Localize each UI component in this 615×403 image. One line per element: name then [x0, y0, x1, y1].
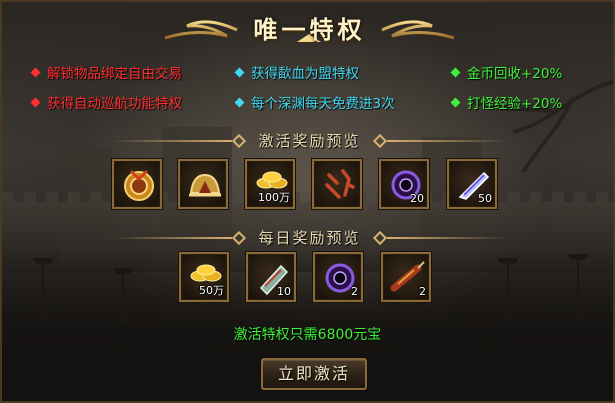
reward-slot[interactable]: 2 [313, 252, 363, 302]
reward-slot[interactable]: 50万 [179, 252, 229, 302]
item-count: 20 [410, 192, 424, 205]
perk-item: 获得歃血为盟特权 [234, 62, 359, 82]
item-count: 100万 [258, 191, 290, 204]
activation-rewards-header: 激活奖励预览 [112, 130, 507, 152]
brazier-decoration [113, 268, 133, 324]
gold-medal-icon [124, 169, 154, 201]
perk-text: 每个深渊每天免费进3次 [251, 96, 395, 112]
golden-helmet-icon [189, 173, 221, 197]
diamond-bullet-icon [450, 97, 461, 108]
item-count: 2 [419, 285, 426, 298]
title-banner: 唯一特权 [157, 6, 462, 46]
reward-slot[interactable]: 100万 [245, 159, 295, 209]
brazier-decoration [568, 254, 588, 324]
diamond-bullet-icon [234, 67, 245, 78]
sword-glyph-icon [325, 169, 355, 199]
perk-text: 打怪经验+20% [467, 96, 563, 112]
diamond-bullet-icon [450, 67, 461, 78]
perk-item: 每个深渊每天免费进3次 [234, 92, 395, 112]
divider-line [387, 237, 507, 239]
perk-text: 金币回收+20% [467, 66, 563, 82]
brazier-decoration [498, 258, 518, 324]
diamond-bullet-icon [30, 67, 41, 78]
reward-slot[interactable] [112, 159, 162, 209]
daily-rewards-header: 每日奖励预览 [112, 227, 507, 249]
activation-cost-text: 激活特权只需6800元宝 [233, 327, 382, 343]
item-count: 10 [277, 285, 291, 298]
reward-slot[interactable] [178, 159, 228, 209]
item-count: 50 [478, 192, 492, 205]
brazier-decoration [33, 258, 53, 324]
perk-item: 解锁物品绑定自由交易 [30, 62, 182, 82]
privilege-panel: 唯一特权 解锁物品绑定自由交易 获得自动巡航功能特权 获得歃血为盟特权 每个深渊… [0, 0, 615, 403]
divider-line [387, 140, 507, 142]
perk-text: 获得自动巡航功能特权 [47, 96, 182, 112]
reward-slot[interactable]: 2 [381, 252, 431, 302]
item-count: 2 [351, 285, 358, 298]
reward-slot[interactable]: 50 [447, 159, 497, 209]
reward-slot[interactable]: 10 [246, 252, 296, 302]
perk-item: 打怪经验+20% [450, 92, 562, 112]
reward-slot[interactable]: 20 [379, 159, 429, 209]
item-count: 50万 [199, 284, 224, 297]
diamond-bullet-icon [234, 97, 245, 108]
page-title: 唯一特权 [253, 15, 366, 44]
perk-text: 获得歃血为盟特权 [251, 66, 359, 82]
perk-item: 金币回收+20% [450, 62, 562, 82]
perk-text: 解锁物品绑定自由交易 [47, 66, 182, 82]
perk-item: 获得自动巡航功能特权 [30, 92, 182, 112]
activate-button[interactable]: 立即激活 [261, 358, 367, 390]
diamond-bullet-icon [30, 97, 41, 108]
reward-slot[interactable] [312, 159, 362, 209]
